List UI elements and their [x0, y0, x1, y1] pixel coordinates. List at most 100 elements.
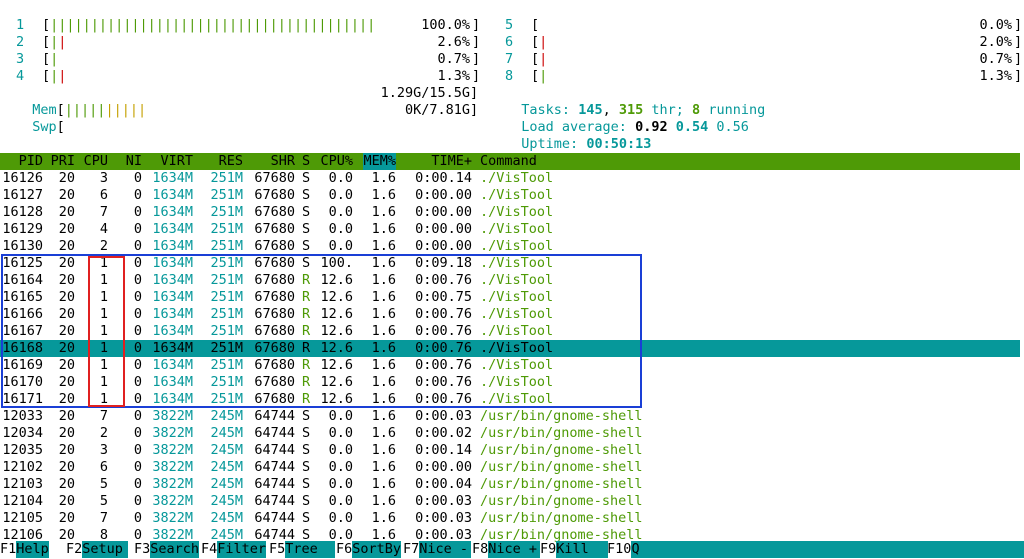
- fkey-filter-button[interactable]: Filter: [217, 541, 267, 558]
- fkey-f1[interactable]: F1: [0, 541, 16, 558]
- cell-virt: 1634M: [152, 289, 193, 305]
- cell-pri: 20: [58, 374, 75, 390]
- process-row[interactable]: 12102 20 6 0 3822M 245M 64744 S 0.0 1.6 0:00.00/us…: [0, 459, 1020, 476]
- cell-virt: 1634M: [152, 306, 193, 322]
- column-header-virt[interactable]: VIRT: [160, 153, 193, 170]
- load-15: 0.56: [716, 119, 749, 135]
- process-row[interactable]: 16166 20 1 0 1634M 251M 67680 R 12.6 1.6 0:00.76 ./…: [0, 306, 1020, 323]
- cell-virt: 1634M: [152, 323, 193, 339]
- column-header-pid[interactable]: PID: [19, 153, 43, 170]
- cell-pri: 20: [58, 442, 75, 458]
- process-row[interactable]: 16126 20 3 0 1634M 251M 67680 S 0.0 1.6 0:00.14 ./V…: [0, 170, 1020, 187]
- cell-s: R: [302, 289, 311, 305]
- process-row[interactable]: 16130 20 2 0 1634M 251M 67680 S 0.0 1.6 0:00.00 ./V…: [0, 238, 1020, 255]
- cell-res: 251M: [210, 323, 243, 339]
- column-header-pri[interactable]: PRI: [51, 153, 75, 170]
- cell-time-: 0:00.14: [415, 170, 472, 186]
- fkey-f3[interactable]: F3: [134, 541, 150, 558]
- fkey-f9[interactable]: F9: [540, 541, 556, 558]
- cell-s: R: [302, 374, 311, 390]
- process-row[interactable]: 12035 20 3 0 3822M 245M 64744 S 0.0 1.6 0:00.14/us…: [0, 442, 1020, 459]
- cell-shr: 67680: [254, 272, 295, 288]
- cell-cpu: 3: [99, 442, 108, 458]
- cell-pid: 12103: [2, 476, 43, 492]
- cell-time-: 0:00.76: [415, 357, 472, 373]
- cell-s: S: [302, 221, 311, 237]
- process-row[interactable]: 12104 20 5 0 3822M 245M 64744 S 0.0 1.6 0:00.03/us…: [0, 493, 1020, 510]
- fkey-kill-button[interactable]: Kill: [556, 541, 609, 558]
- process-row[interactable]: 16129 20 4 0 1634M 251M 67680 S 0.0 1.6 0:00.00 ./V…: [0, 221, 1020, 238]
- process-row[interactable]: 16169 20 1 0 1634M 251M 67680 R 12.6 1.6 0:00.76 ./…: [0, 357, 1020, 374]
- column-header-row[interactable]: PID PRI CPU NI VIRT RES SHR S CPU% MEM% TIME+ Comma…: [0, 153, 1020, 170]
- cell-ni: 0: [133, 442, 142, 458]
- process-row[interactable]: 16128 20 7 0 1634M 251M 67680 S 0.0 1.6 0:00.00 ./V…: [0, 204, 1020, 221]
- fkey-sortby-button[interactable]: SortBy: [352, 541, 402, 558]
- process-row[interactable]: 16164 20 1 0 1634M 251M 67680 R 12.6 1.6 0:00.76 ./…: [0, 272, 1020, 289]
- cell-shr: 67680: [254, 374, 295, 390]
- fkey-f10[interactable]: F10: [607, 541, 631, 558]
- cell-cpu-: 0.0: [328, 408, 353, 424]
- column-header-cpu[interactable]: CPU: [84, 153, 108, 170]
- cell-pri: 20: [58, 510, 75, 526]
- process-row[interactable]: 16167 20 1 0 1634M 251M 67680 R 12.6 1.6 0:00.76 ./…: [0, 323, 1020, 340]
- process-row[interactable]: 12033 20 7 0 3822M 245M 64744 S 0.0 1.6 0:00.03/us…: [0, 408, 1020, 425]
- cell-command: ./VisTool: [480, 221, 554, 237]
- cell-pri: 20: [58, 187, 75, 203]
- cell-cpu-: 12.6: [320, 391, 353, 407]
- fkey-f6[interactable]: F6: [336, 541, 352, 558]
- cell-command: ./VisTool: [480, 323, 554, 339]
- process-row[interactable]: 16165 20 1 0 1634M 251M 67680 R 12.6 1.6 0:00.75 ./…: [0, 289, 1020, 306]
- fkey-tree-button[interactable]: Tree: [285, 541, 336, 558]
- process-row[interactable]: 16170 20 1 0 1634M 251M 67680 R 12.6 1.6 0:00.76 ./…: [0, 374, 1020, 391]
- cell-time-: 0:00.00: [415, 204, 472, 220]
- cpu-4-bracket: ]: [472, 68, 481, 84]
- process-row[interactable]: 12105 20 7 0 3822M 245M 64744 S 0.0 1.6 0:00.03/us…: [0, 510, 1020, 527]
- fkey-nice--button[interactable]: Nice -: [419, 541, 472, 558]
- mem-bar-segment: |||||: [64, 102, 106, 118]
- process-row[interactable]: 16171 20 1 0 1634M 251M 67680 R 12.6 1.6 0:00.76 ./…: [0, 391, 1020, 408]
- process-row[interactable]: 16125 20 1 0 1634M 251M 67680 S 100. 1.6 0:09.18 ./…: [0, 255, 1020, 272]
- cell-ni: 0: [133, 459, 142, 475]
- column-header-command[interactable]: Command: [480, 153, 537, 170]
- process-row[interactable]: 12103 20 5 0 3822M 245M 64744 S 0.0 1.6 0:00.04/us…: [0, 476, 1020, 493]
- cell-pri: 20: [58, 357, 75, 373]
- cell-time-: 0:00.76: [415, 391, 472, 407]
- cell-ni: 0: [133, 340, 142, 356]
- fkey-f5[interactable]: F5: [269, 541, 285, 558]
- cell-time-: 0:00.00: [415, 238, 472, 254]
- column-header-shr[interactable]: SHR: [271, 153, 295, 170]
- fkey-nice--button[interactable]: Nice +: [488, 541, 541, 558]
- process-row[interactable]: 12034 20 2 0 3822M 245M 64744 S 0.0 1.6 0:00.02/us…: [0, 425, 1020, 442]
- column-header-ni[interactable]: NI: [126, 153, 142, 170]
- process-row[interactable]: 16127 20 6 0 1634M 251M 67680 S 0.0 1.6 0:00.00 ./V…: [0, 187, 1020, 204]
- fkey-f7[interactable]: F7: [403, 541, 419, 558]
- fkey-f4[interactable]: F4: [201, 541, 217, 558]
- column-header-mem-[interactable]: MEM%: [363, 153, 396, 170]
- cell-shr: 67680: [254, 255, 295, 271]
- fkey-setup-button[interactable]: Setup: [82, 541, 129, 558]
- cell-mem-: 1.6: [371, 221, 396, 237]
- cell-ni: 0: [133, 374, 142, 390]
- process-row[interactable]: 16168 20 1 0 1634M 251M 67680 R 12.6 1.6 0:00.76 ./…: [0, 340, 1020, 357]
- cell-shr: 67680: [254, 323, 295, 339]
- cell-time-: 0:09.18: [415, 255, 472, 271]
- cell-cpu: 4: [99, 221, 108, 237]
- cell-command: ./VisTool: [480, 289, 554, 305]
- cell-pri: 20: [58, 391, 75, 407]
- cell-pid: 16171: [2, 391, 43, 407]
- column-header-time-[interactable]: TIME+: [431, 153, 472, 170]
- fkey-f8[interactable]: F8: [472, 541, 488, 558]
- mem-value: 1.29G/15.5G: [380, 85, 470, 101]
- cell-mem-: 1.6: [371, 238, 396, 254]
- column-header-res[interactable]: RES: [219, 153, 243, 170]
- cell-time-: 0:00.76: [415, 272, 472, 288]
- fkey-help-button[interactable]: Help: [16, 541, 50, 558]
- cell-command: ./VisTool: [480, 272, 554, 288]
- cell-cpu: 1: [99, 289, 108, 305]
- column-header-s[interactable]: S: [302, 153, 310, 170]
- column-header-cpu-[interactable]: CPU%: [320, 153, 353, 170]
- fkey-search-button[interactable]: Search: [150, 541, 200, 558]
- fkey-f2[interactable]: F2: [66, 541, 82, 558]
- cell-s: S: [302, 170, 311, 186]
- cell-cpu-: 12.6: [320, 289, 353, 305]
